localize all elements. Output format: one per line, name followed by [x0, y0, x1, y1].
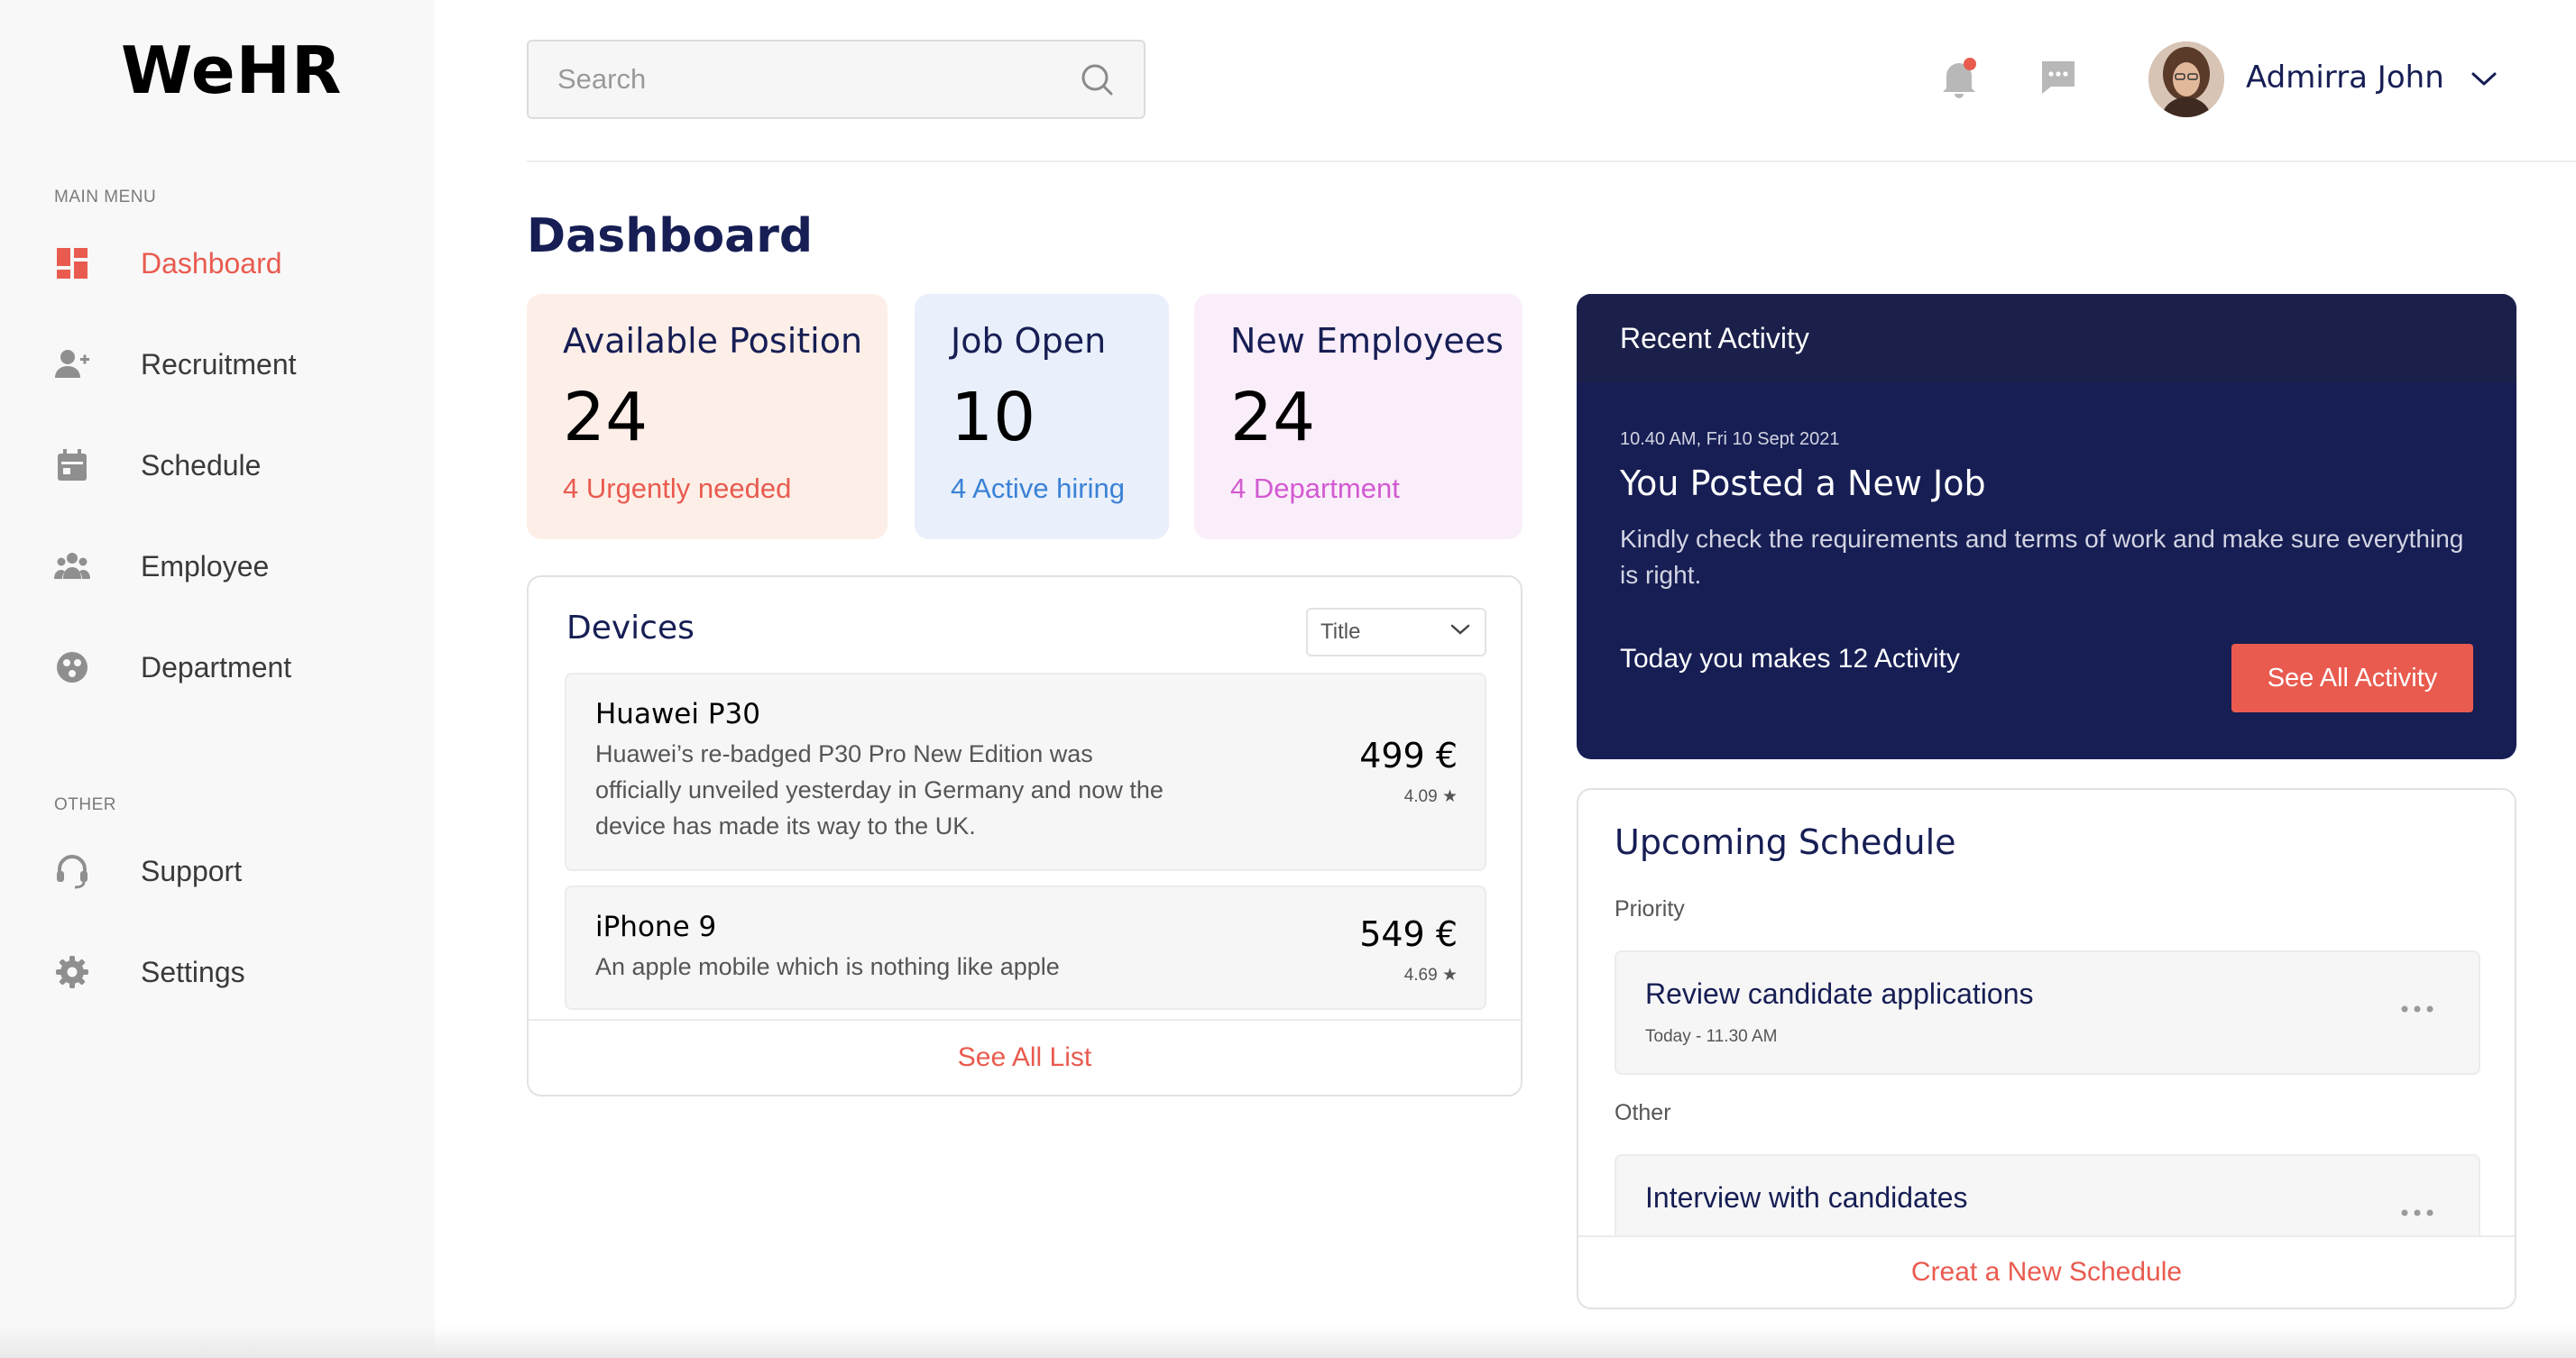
chevron-down-icon[interactable]	[2468, 65, 2500, 92]
stat-subtext: 4 Urgently needed	[563, 473, 792, 504]
chevron-down-icon	[1449, 619, 1472, 645]
gear-icon	[54, 954, 90, 990]
sidebar-item-label: Department	[141, 650, 292, 684]
sidebar-item-label: Support	[141, 854, 243, 887]
more-options-icon[interactable]	[2399, 1003, 2435, 1014]
sidebar-item-label: Employee	[141, 549, 270, 583]
sidebar-item-support[interactable]: Support	[54, 842, 415, 900]
select-value: Title	[1320, 619, 1361, 644]
device-rating: 4.69 ★	[1403, 966, 1458, 985]
stat-title: Available Position	[563, 321, 863, 361]
search-icon[interactable]	[1079, 61, 1115, 97]
stat-card-available-position: Available Position 24 4 Urgently needed	[527, 294, 888, 539]
bottom-shadow	[0, 1326, 2576, 1358]
app-logo: WeHR	[121, 32, 343, 108]
devices-title: Devices	[566, 610, 695, 647]
activity-count-text: Today you makes 12 Activity	[1620, 644, 1960, 674]
schedule-item-time: Today - 11.30 AM	[1645, 1027, 1778, 1046]
device-list-item[interactable]: Huawei P30 Huawei’s re-badged P30 Pro Ne…	[565, 673, 1486, 871]
schedule-item-title: Review candidate applications	[1645, 977, 2034, 1010]
activity-timestamp: 10.40 AM, Fri 10 Sept 2021	[1620, 429, 1840, 449]
sidebar-item-label: Recruitment	[141, 347, 297, 381]
main-menu-label: MAIN MENU	[54, 188, 157, 206]
sidebar: WeHR MAIN MENU Dashboard Recruitment Sch…	[0, 0, 435, 1358]
device-list-item[interactable]: iPhone 9 An apple mobile which is nothin…	[565, 885, 1486, 1010]
devices-card: Devices Title Huawei P30 Huawei’s re-bad…	[527, 575, 1523, 1096]
sidebar-item-label: Dashboard	[141, 246, 282, 280]
sidebar-item-label: Settings	[141, 955, 245, 988]
sidebar-item-label: Schedule	[141, 448, 262, 482]
sidebar-item-schedule[interactable]: Schedule	[54, 436, 415, 494]
device-name: Huawei P30	[595, 698, 760, 730]
device-description: Huawei’s re-badged P30 Pro New Edition w…	[595, 740, 1164, 840]
device-price: 549 €	[1359, 914, 1458, 954]
stat-subtext: 4 Department	[1230, 473, 1400, 504]
schedule-item-title: Interview with candidates	[1645, 1181, 1968, 1214]
stat-title: Job Open	[951, 321, 1107, 361]
search-input[interactable]	[557, 63, 1079, 96]
stat-value: 24	[1230, 379, 1316, 456]
messages-icon[interactable]	[2037, 56, 2080, 99]
search-box[interactable]	[527, 40, 1145, 119]
sidebar-item-department[interactable]: Department	[54, 638, 415, 696]
notification-bell-icon[interactable]	[1937, 56, 1981, 99]
more-options-icon[interactable]	[2399, 1207, 2435, 1217]
device-name: iPhone 9	[595, 911, 717, 943]
sidebar-item-dashboard[interactable]: Dashboard	[54, 234, 415, 292]
recent-activity-title: Recent Activity	[1577, 294, 2516, 382]
calendar-icon	[54, 447, 90, 483]
create-schedule-link[interactable]: Creat a New Schedule	[1578, 1235, 2515, 1308]
see-all-list-link[interactable]: See All List	[529, 1019, 1521, 1095]
sidebar-item-recruitment[interactable]: Recruitment	[54, 335, 415, 393]
sidebar-item-employee[interactable]: Employee	[54, 537, 415, 595]
page-title: Dashboard	[527, 209, 814, 263]
activity-headline: You Posted a New Job	[1620, 463, 1986, 503]
department-icon	[54, 649, 90, 685]
other-menu-label: OTHER	[54, 795, 116, 814]
headset-icon	[54, 853, 90, 889]
device-description: An apple mobile which is nothing like ap…	[595, 953, 1060, 980]
dashboard-icon	[54, 245, 90, 281]
stat-subtext: 4 Active hiring	[951, 473, 1125, 504]
see-all-activity-button[interactable]: See All Activity	[2231, 644, 2473, 712]
stat-title: New Employees	[1230, 321, 1504, 361]
stat-value: 10	[951, 379, 1036, 456]
add-user-icon	[54, 346, 90, 382]
schedule-group-label: Other	[1615, 1100, 1671, 1125]
activity-body: Kindly check the requirements and terms …	[1620, 525, 2464, 589]
device-price: 499 €	[1359, 736, 1458, 775]
user-name[interactable]: Admirra John	[2246, 60, 2444, 96]
stat-value: 24	[563, 379, 649, 456]
people-icon	[54, 548, 90, 584]
upcoming-schedule-card: Upcoming Schedule Priority Review candid…	[1577, 788, 2516, 1309]
schedule-title: Upcoming Schedule	[1615, 822, 1956, 862]
devices-filter-select[interactable]: Title	[1306, 608, 1486, 656]
schedule-group-label: Priority	[1615, 896, 1685, 922]
device-rating: 4.09 ★	[1403, 787, 1458, 806]
schedule-item[interactable]: Review candidate applications Today - 11…	[1615, 950, 2480, 1075]
user-avatar[interactable]	[2148, 41, 2224, 117]
stat-card-new-employees: New Employees 24 4 Department	[1194, 294, 1523, 539]
header-divider	[527, 161, 2576, 162]
sidebar-item-settings[interactable]: Settings	[54, 943, 415, 1001]
stat-card-job-open: Job Open 10 4 Active hiring	[915, 294, 1169, 539]
